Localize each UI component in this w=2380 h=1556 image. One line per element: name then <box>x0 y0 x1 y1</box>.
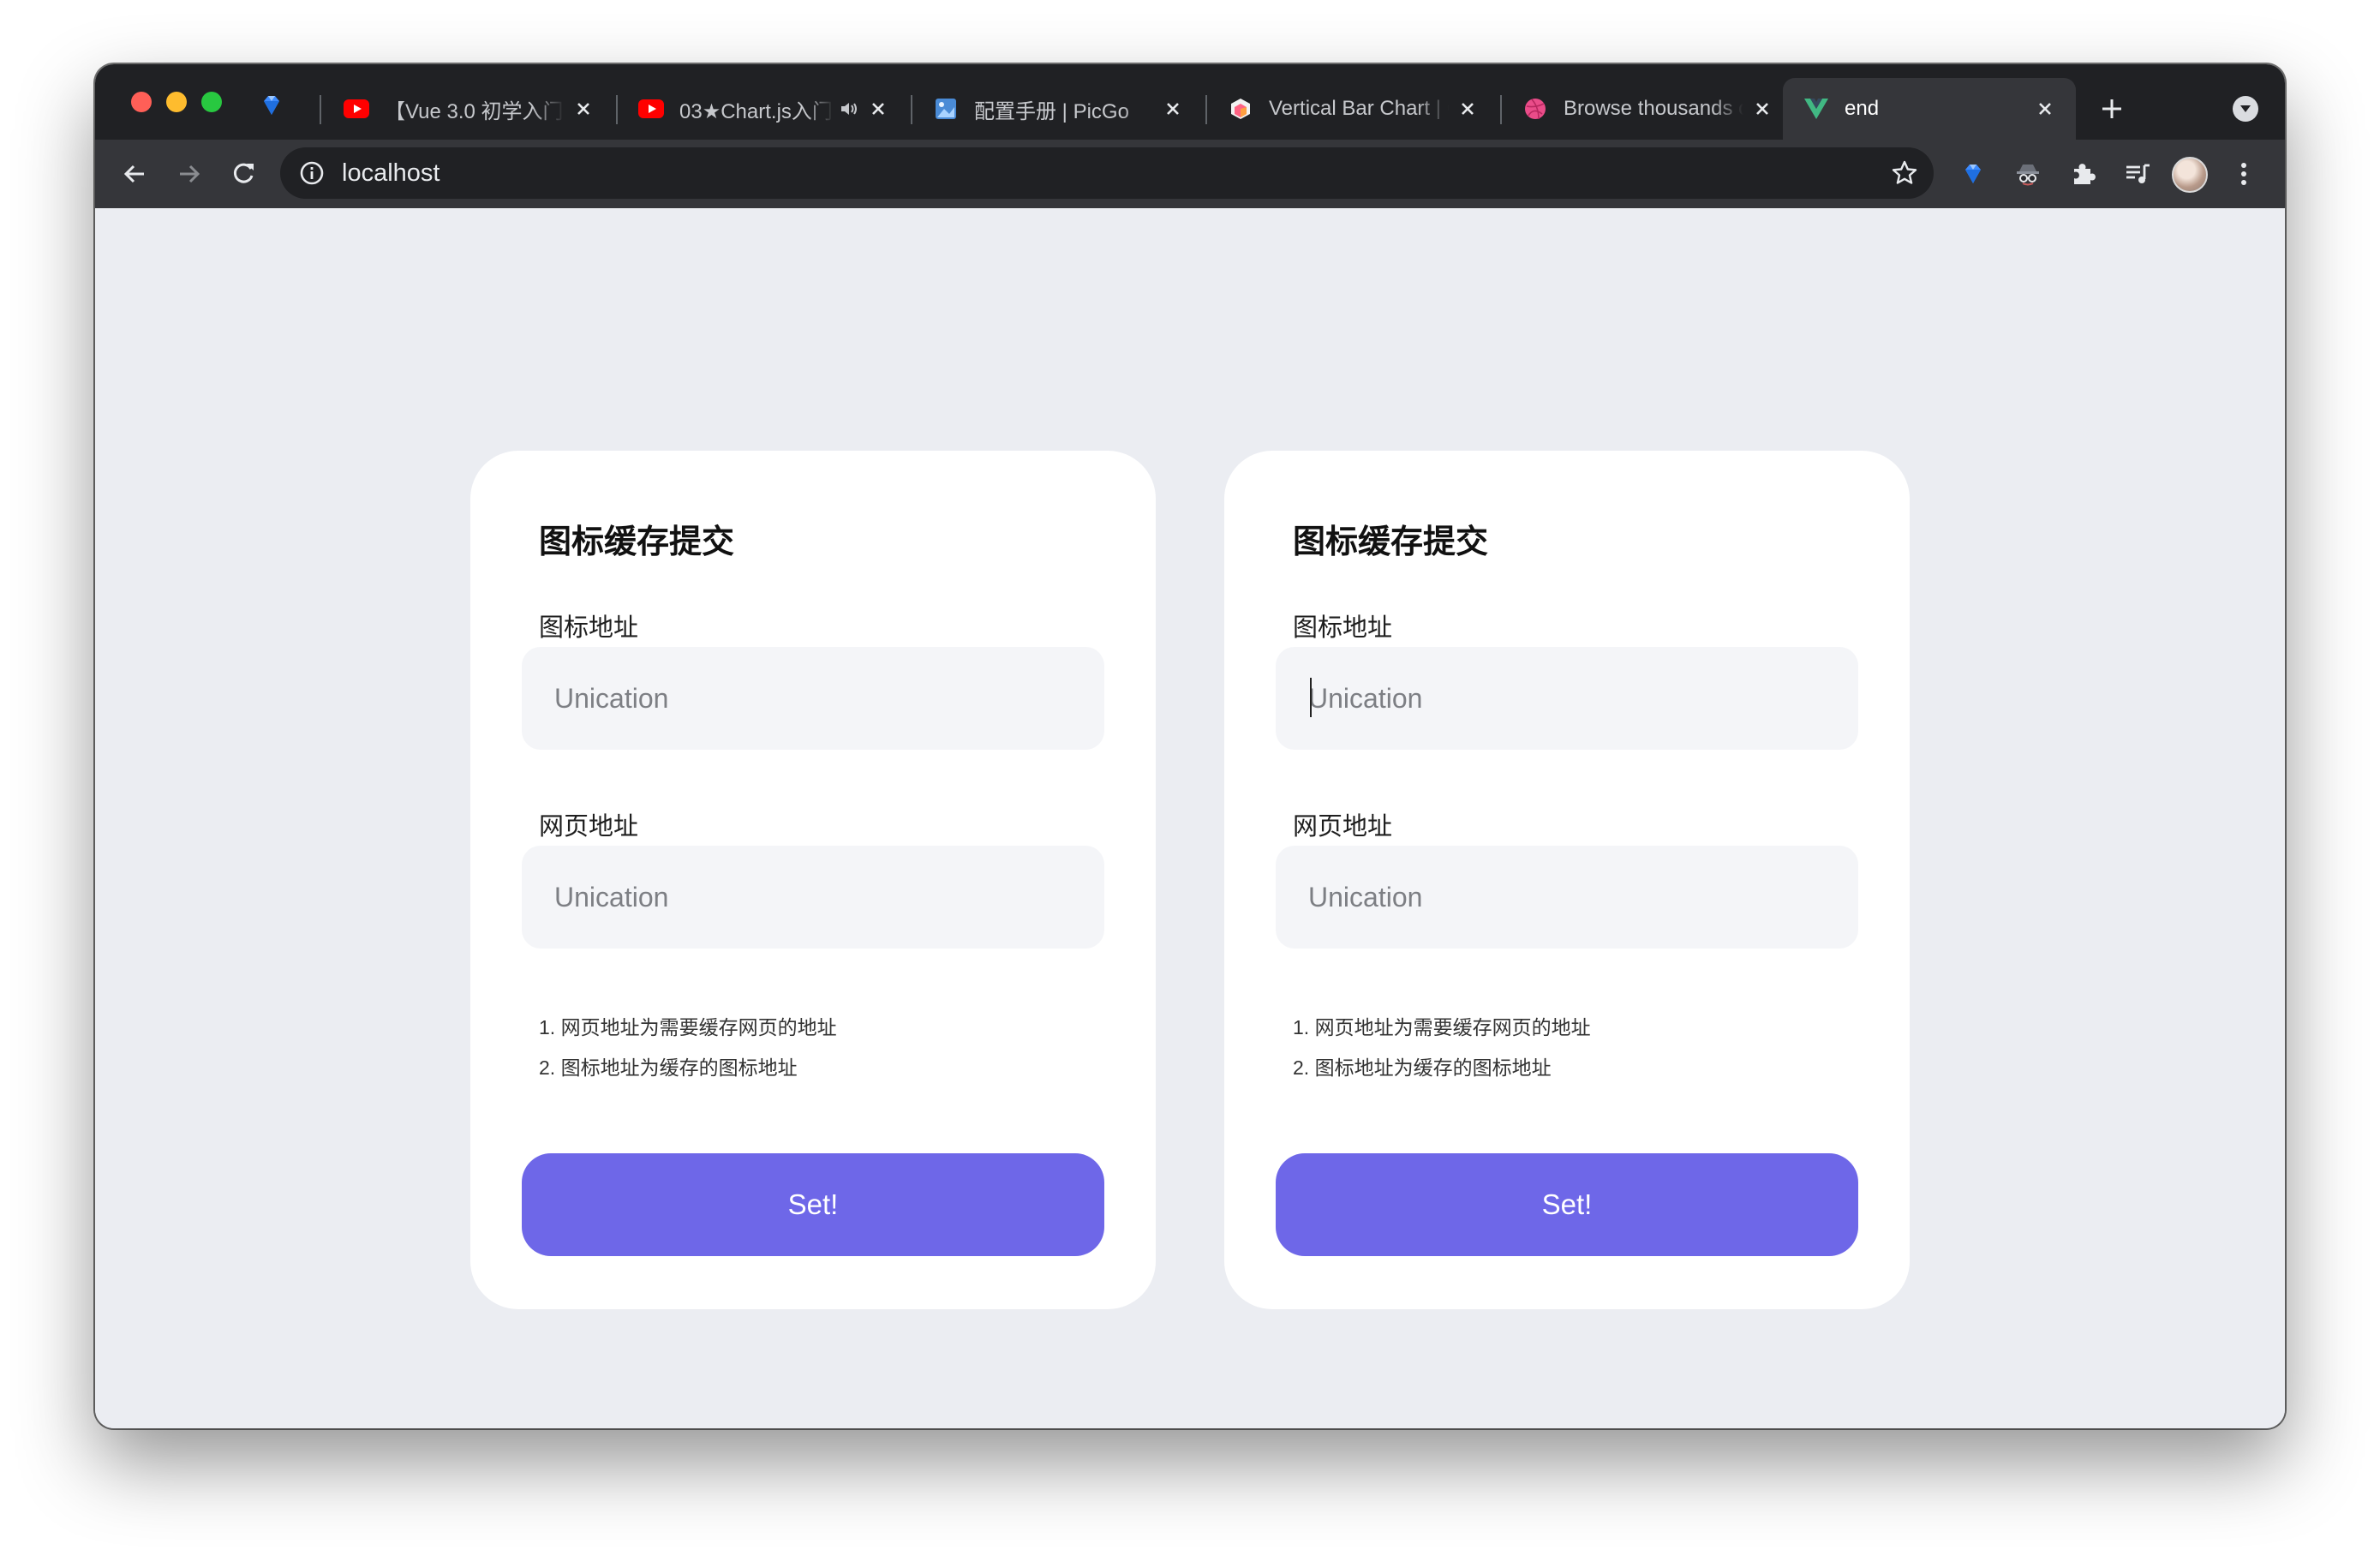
icon-cache-card-2: 图标缓存提交 图标地址 Unication 网页地址 Unication 1. … <box>1224 451 1910 1309</box>
new-tab-button[interactable] <box>2096 93 2127 124</box>
tab-title: Browse thousands of <box>1564 97 1743 120</box>
page-url-placeholder: Unication <box>1308 882 1423 913</box>
picgo-icon <box>933 96 959 122</box>
bookmark-star-icon[interactable] <box>1891 159 1918 187</box>
icon-url-placeholder: Unication <box>554 683 669 714</box>
page-url-input[interactable]: Unication <box>1276 846 1858 949</box>
text-caret <box>1310 678 1312 717</box>
note-item: 1. 网页地址为需要缓存网页的地址 <box>539 1016 837 1038</box>
tab-chartjs-docs[interactable]: Vertical Bar Chart | Chart.js <box>1207 78 1498 140</box>
media-queue-icon[interactable] <box>2122 159 2153 189</box>
spy-extension-icon[interactable] <box>2012 159 2043 189</box>
tab-close-icon[interactable] <box>571 97 595 121</box>
maximize-window-button[interactable] <box>201 92 222 112</box>
back-arrow-icon[interactable] <box>117 157 152 191</box>
tab-title: Vertical Bar Chart | Chart.js <box>1269 97 1449 120</box>
tab-title: 【Vue 3.0 初学入门 <box>385 99 564 123</box>
browser-window: 【Vue 3.0 初学入门 03★Chart.js入门 配置手册 | PicGo… <box>95 64 2285 1428</box>
tab-close-icon[interactable] <box>1750 97 1774 121</box>
card-title: 图标缓存提交 <box>1293 524 1489 560</box>
tab-picgo[interactable]: 配置手册 | PicGo <box>912 78 1204 140</box>
set-button[interactable]: Set! <box>1276 1153 1858 1256</box>
tab-close-icon[interactable] <box>1161 97 1185 121</box>
tab-title: 03★Chart.js入门 <box>679 99 833 123</box>
tab-search-chevron-icon[interactable] <box>2233 96 2258 122</box>
vue-icon <box>1803 96 1829 122</box>
tab-title: end <box>1845 97 1880 120</box>
tab-close-icon[interactable] <box>866 97 890 121</box>
youtube-icon <box>344 96 369 122</box>
tab-title: 配置手册 | PicGo <box>974 99 1129 123</box>
icon-url-placeholder: Unication <box>1308 683 1423 714</box>
tab-end-active[interactable]: end <box>1783 78 2076 140</box>
gem-extension-icon[interactable] <box>1958 159 1988 189</box>
tab-separator <box>320 95 321 124</box>
note-item: 1. 网页地址为需要缓存网页的地址 <box>1293 1016 1591 1038</box>
icon-url-input-focused[interactable]: Unication <box>1276 647 1858 750</box>
page-url-input[interactable]: Unication <box>522 846 1104 949</box>
icon-cache-card-1: 图标缓存提交 图标地址 Unication 网页地址 Unication 1. … <box>470 451 1156 1309</box>
minimize-window-button[interactable] <box>166 92 187 112</box>
note-item: 2. 图标地址为缓存的图标地址 <box>539 1056 798 1079</box>
address-bar[interactable]: localhost <box>280 147 1934 199</box>
icon-url-label: 图标地址 <box>539 614 639 642</box>
page-url-placeholder: Unication <box>554 882 669 913</box>
forward-arrow-icon[interactable] <box>172 157 206 191</box>
tab-dribbble[interactable]: Browse thousands of <box>1502 78 1793 140</box>
browser-toolbar: localhost <box>95 140 2285 208</box>
icon-url-input[interactable]: Unication <box>522 647 1104 750</box>
tab-close-icon[interactable] <box>1456 97 1480 121</box>
youtube-icon <box>638 96 664 122</box>
card-title: 图标缓存提交 <box>539 524 735 560</box>
page-url-label: 网页地址 <box>1293 813 1393 841</box>
help-notes: 1. 网页地址为需要缓存网页的地址 2. 图标地址为缓存的图标地址 <box>1293 1008 1591 1088</box>
tab-chartjs-video[interactable]: 03★Chart.js入门 <box>618 78 909 140</box>
page-viewport: 图标缓存提交 图标地址 Unication 网页地址 Unication 1. … <box>95 208 2285 1428</box>
speaker-icon[interactable] <box>839 99 859 119</box>
dribbble-icon <box>1522 96 1548 122</box>
icon-url-label: 图标地址 <box>1293 614 1393 642</box>
note-item: 2. 图标地址为缓存的图标地址 <box>1293 1056 1552 1079</box>
puzzle-extensions-icon[interactable] <box>2067 159 2098 189</box>
page-url-label: 网页地址 <box>539 813 639 841</box>
set-button[interactable]: Set! <box>522 1153 1104 1256</box>
tab-vue-course[interactable]: 【Vue 3.0 初学入门 <box>323 78 614 140</box>
reload-icon[interactable] <box>226 157 260 191</box>
site-info-icon[interactable] <box>299 160 325 186</box>
chartjs-icon <box>1228 96 1253 122</box>
help-notes: 1. 网页地址为需要缓存网页的地址 2. 图标地址为缓存的图标地址 <box>539 1008 837 1088</box>
profile-avatar[interactable] <box>2172 157 2208 193</box>
tab-close-icon[interactable] <box>2033 97 2057 121</box>
more-menu-icon[interactable] <box>2228 159 2259 189</box>
tab-strip: 【Vue 3.0 初学入门 03★Chart.js入门 配置手册 | PicGo… <box>95 64 2285 140</box>
pinned-tab-gem-icon[interactable] <box>260 93 284 117</box>
address-text: localhost <box>342 159 440 187</box>
close-window-button[interactable] <box>131 92 152 112</box>
